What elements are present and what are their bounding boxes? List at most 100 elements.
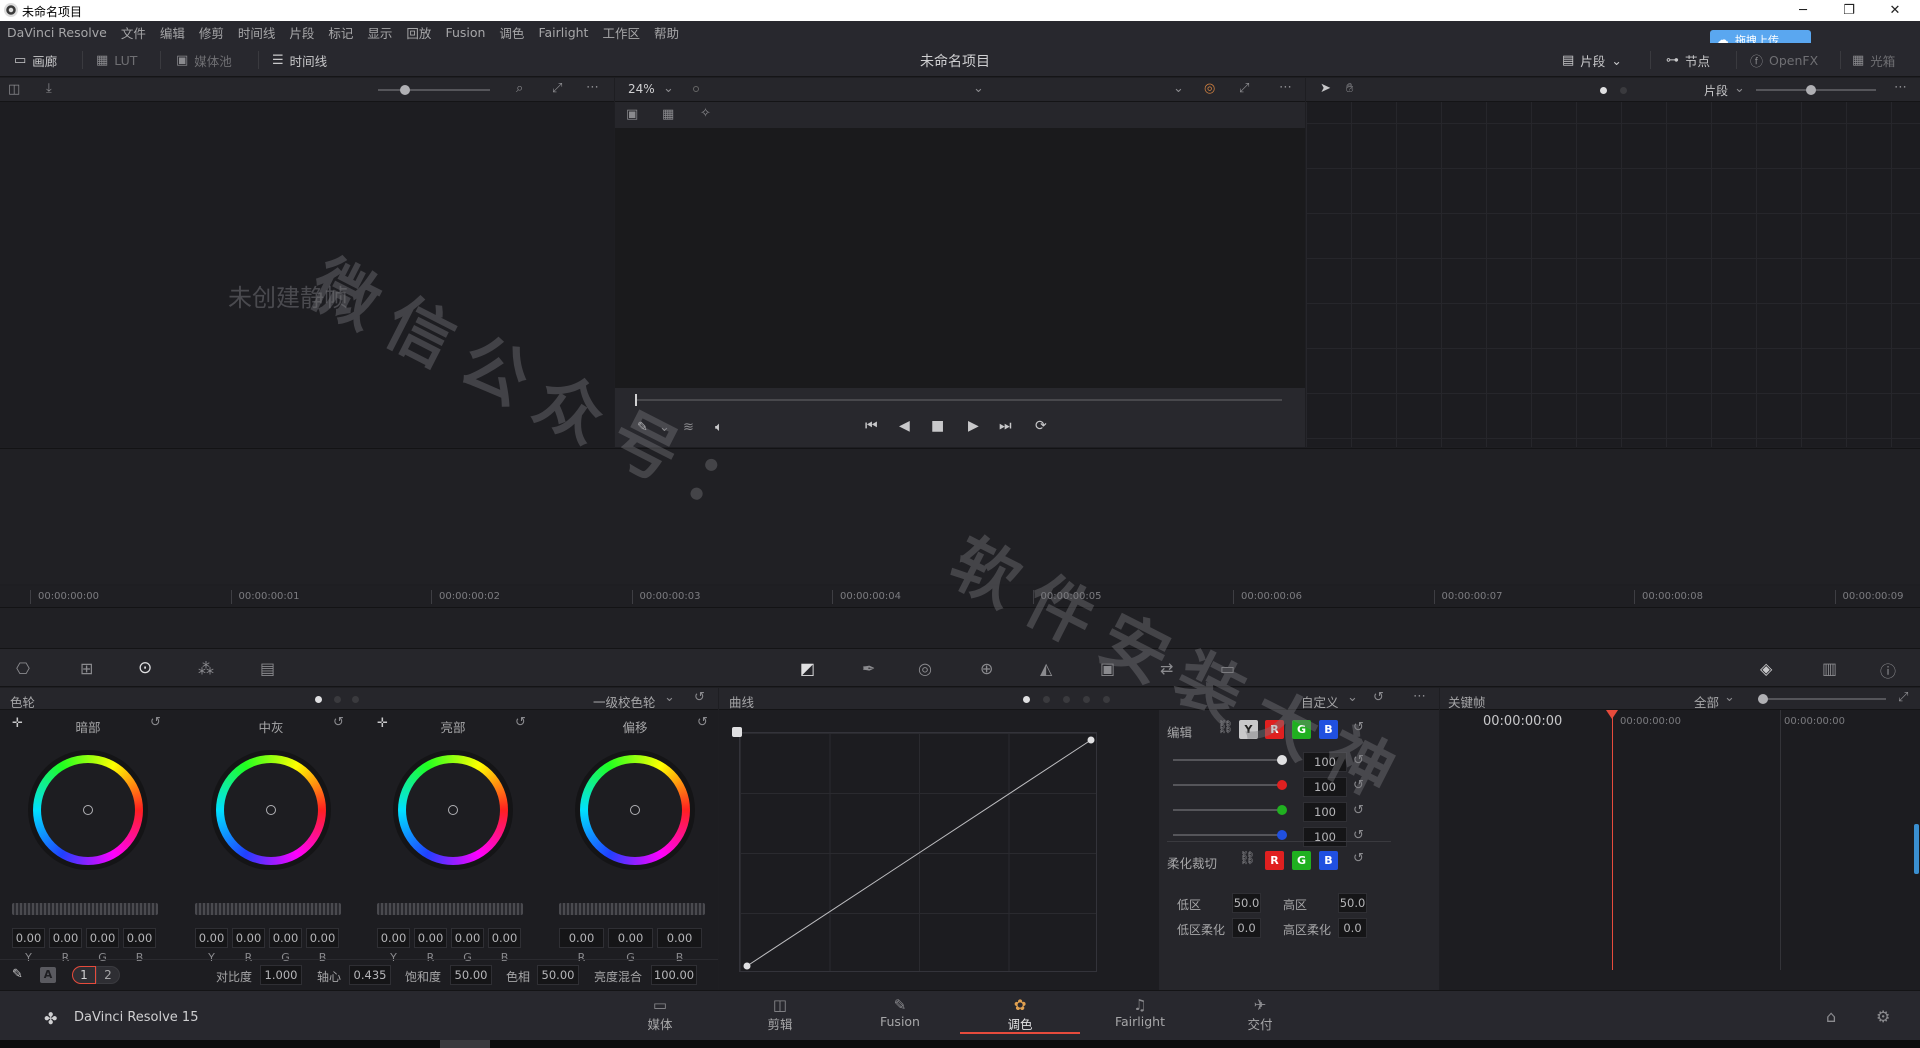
lightbox-button[interactable]: ▦ 光箱 [1852,43,1895,77]
lut-button[interactable]: ▦ LUT [96,43,137,77]
keyframes-mode[interactable]: 全部 [1694,692,1719,711]
wheel-jog[interactable] [559,903,705,915]
timeline-track[interactable] [0,608,1920,648]
nodes-button[interactable]: ⊶ 节点 [1666,43,1710,77]
openfx-button[interactable]: ⓕ OpenFX [1750,43,1818,77]
reset-icon[interactable]: ↺ [333,715,344,730]
intensity-input[interactable]: 100 [1303,827,1347,847]
wheel-handle[interactable] [630,805,640,815]
menu-item[interactable]: DaVinci Resolve [7,25,107,40]
menu-item[interactable]: Fusion [445,25,485,40]
skip-forward-icon[interactable]: ⏭︎ [999,418,1012,434]
blur-icon[interactable]: ◭ [1040,659,1052,678]
page-dot[interactable] [1023,696,1030,703]
page-dot[interactable] [1620,87,1627,94]
play-reverse-icon[interactable]: ◀ [899,418,910,434]
page-dot[interactable] [1103,696,1110,703]
page-deliver[interactable]: ✈ 交付 [1200,990,1320,1034]
sidebar-toggle-icon[interactable]: ◫ [8,82,20,97]
timeline-button[interactable]: ☰ 时间线 [272,43,327,77]
curve-handle[interactable] [732,727,742,737]
more-icon[interactable]: ⋯ [586,80,599,95]
page-dot[interactable] [315,696,322,703]
auto-balance-icon[interactable]: ✎ [12,967,23,982]
wheel-value-input[interactable]: 0.00 [559,928,604,948]
chevron-down-icon[interactable]: ⌄ [1724,690,1735,705]
wheel-value-input[interactable]: 0.00 [608,928,653,948]
search-icon[interactable]: ⌕ [516,81,523,96]
page-dot[interactable] [352,696,359,703]
gallery-button[interactable]: ▭ 画廊 [14,43,57,77]
wheel-value-input[interactable]: 0.00 [451,928,484,948]
reset-icon[interactable]: ↺ [1373,690,1384,705]
expand-icon[interactable]: ⤢ [1898,690,1908,705]
zoom-level[interactable]: 24% [628,82,655,96]
menu-item[interactable]: 片段 [289,23,314,42]
single-view-icon[interactable]: ▣ [626,107,638,122]
node-mode[interactable]: 片段 [1704,82,1728,99]
reset-icon[interactable]: ↺ [150,715,161,730]
more-icon[interactable]: ⋯ [1413,689,1426,704]
more-icon[interactable]: ⋯ [1279,80,1292,95]
page-cut[interactable]: ◫ 剪辑 [720,990,840,1034]
gear-icon[interactable]: ⚙ [1876,1007,1890,1026]
window-icon[interactable]: ◎ [918,659,932,678]
menu-item[interactable]: 调色 [499,23,524,42]
camera-raw-icon[interactable]: ⎔ [16,659,30,678]
page-dot[interactable] [1063,696,1070,703]
restore-button[interactable]: ❐ [1826,0,1872,21]
page-dot[interactable] [1083,696,1090,703]
reset-icon[interactable]: ↺ [694,690,705,705]
param-input[interactable]: 50.00 [537,965,579,985]
slider-handle[interactable] [1277,780,1287,790]
tracker-icon[interactable]: ⊕ [980,659,993,678]
page-fusion[interactable]: ✎ Fusion [840,990,960,1034]
slider-handle[interactable] [1277,805,1287,815]
wheel-jog[interactable] [377,903,523,915]
chevron-down-icon[interactable]: ⌄ [1734,81,1745,96]
page-dot[interactable] [334,696,341,703]
color-wheels-icon[interactable]: ⊙ [138,658,152,678]
reset-icon[interactable]: ↺ [515,715,526,730]
scopes-icon[interactable]: ▥ [1822,659,1837,678]
intensity-slider[interactable] [1173,805,1287,815]
page-2-button[interactable]: 2 [96,966,120,984]
grid-view-icon[interactable]: ▦ [662,107,674,122]
slider-handle[interactable] [400,85,410,95]
low-input[interactable]: 50.0 [1232,893,1261,913]
skip-back-icon[interactable]: ⏮︎ [865,418,878,434]
slider-handle[interactable] [1277,830,1287,840]
wheel-value-input[interactable]: 0.00 [232,928,265,948]
wheel-jog[interactable] [195,903,341,915]
qualifier-icon[interactable]: ✒ [862,659,875,678]
high-soft-input[interactable]: 0.0 [1338,918,1367,938]
keyframe-track[interactable]: 00:00:00:00 00:00:00:00 [1606,710,1920,970]
wheel-value-input[interactable]: 0.00 [12,928,45,948]
wheel-value-input[interactable]: 0.00 [86,928,119,948]
menu-item[interactable]: 文件 [121,23,146,42]
wheel-jog[interactable] [12,903,158,915]
wheel-value-input[interactable]: 0.00 [657,928,702,948]
page-dot[interactable] [1043,696,1050,703]
high-input[interactable]: 50.0 [1338,893,1367,913]
chevron-down-icon[interactable]: ⌄ [663,81,674,96]
curves-icon[interactable]: ◩ [800,659,815,678]
play-icon[interactable]: ▶ [968,418,979,434]
menu-item[interactable]: 显示 [367,23,392,42]
param-input[interactable]: 0.435 [349,965,391,985]
scroll-handle[interactable] [1914,824,1919,874]
auto-button[interactable]: A [40,967,56,983]
curve-graph[interactable] [739,732,1097,972]
soft-b-button[interactable]: B [1319,851,1338,870]
keyframe-zoom-slider[interactable] [1758,694,1886,704]
wheel-handle[interactable] [448,805,458,815]
info-icon[interactable]: ⓘ [1880,658,1896,682]
link-icon[interactable]: ⛓ [1239,851,1256,866]
wheel-handle[interactable] [266,805,276,815]
reset-icon[interactable]: ↺ [697,715,708,730]
menu-item[interactable]: 帮助 [654,23,679,42]
expand-icon[interactable]: ⤢ [1239,81,1249,96]
wheel-value-input[interactable]: 0.00 [269,928,302,948]
scrubber-bar[interactable] [635,394,1282,406]
wheel-handle[interactable] [83,805,93,815]
